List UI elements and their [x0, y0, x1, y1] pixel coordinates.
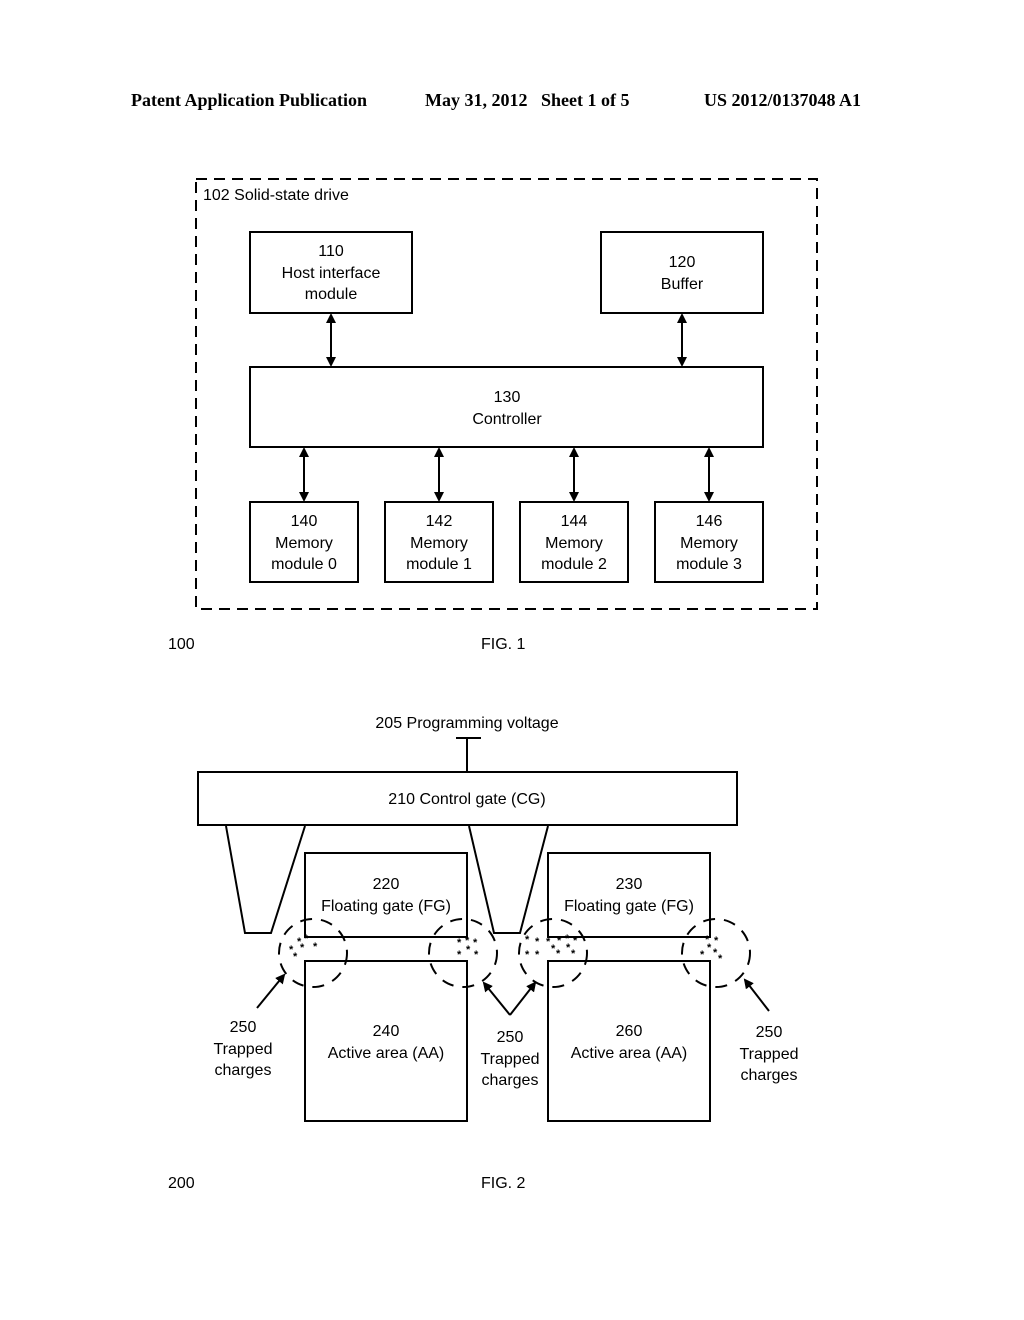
host-interface-line2: module — [305, 286, 358, 303]
controller-label: Controller — [472, 411, 542, 428]
floating-gate-num: 230 — [616, 876, 643, 893]
trapped-charge-pointer-mid-left — [482, 981, 511, 1016]
buffer-label: Buffer — [661, 276, 704, 293]
fig2-ref-number: 200 — [168, 1175, 195, 1192]
fig1-caption: FIG. 1 — [481, 636, 526, 653]
trapped-charges-num: 250 — [756, 1024, 783, 1041]
charge-marker: * — [457, 937, 462, 949]
memory-module-1: 142 Memory module 1 — [384, 501, 494, 583]
memory-module-num: 142 — [426, 513, 453, 530]
fig2-caption: FIG. 2 — [481, 1175, 526, 1192]
charge-marker: * — [293, 951, 298, 963]
active-area-label: Active area (AA) — [571, 1045, 687, 1062]
memory-module-line1: Memory — [410, 535, 468, 552]
host-interface-line1: Host interface — [282, 265, 381, 282]
controller-num: 130 — [494, 389, 521, 406]
memory-module-0: 140 Memory module 0 — [249, 501, 359, 583]
trapped-charge-pointer-left — [256, 973, 286, 1009]
patent-figures: 102 Solid-state drive 110 Host interface… — [168, 178, 818, 1192]
memory-module-num: 146 — [696, 513, 723, 530]
memory-module-line2: module 3 — [676, 556, 742, 573]
trapped-charges-line1: Trapped — [481, 1051, 540, 1068]
memory-module-line2: module 1 — [406, 556, 472, 573]
controller-block: 130 Controller — [249, 366, 764, 448]
memory-module-num: 140 — [291, 513, 318, 530]
charge-marker: * — [525, 934, 530, 946]
active-area-260: 260 Active area (AA) — [547, 960, 711, 1122]
memory-module-line1: Memory — [545, 535, 603, 552]
charge-marker: * — [571, 948, 576, 960]
memory-module-3: 146 Memory module 3 — [654, 501, 764, 583]
ssd-label: 102 Solid-state drive — [203, 187, 349, 204]
active-area-num: 260 — [616, 1023, 643, 1040]
trapped-charges-line1: Trapped — [214, 1041, 273, 1058]
trapped-charges-num: 250 — [497, 1029, 524, 1046]
host-interface-block: 110 Host interface module — [249, 231, 413, 314]
floating-gate-num: 220 — [373, 876, 400, 893]
trapped-charges-line2: charges — [215, 1062, 272, 1079]
charge-marker: * — [707, 942, 712, 954]
trapped-charges-label-right: 250 Trapped charges — [740, 1024, 799, 1084]
buffer-num: 120 — [669, 254, 696, 271]
charge-marker: * — [466, 944, 471, 956]
charge-marker: * — [714, 935, 719, 947]
cg-extension-middle — [468, 825, 549, 934]
charge-marker: * — [535, 949, 540, 961]
memory-module-line1: Memory — [275, 535, 333, 552]
trapped-charge-pointer-mid-right — [509, 981, 537, 1016]
charge-marker: * — [457, 949, 462, 961]
memory-module-line1: Memory — [680, 535, 738, 552]
floating-gate-label: Floating gate (FG) — [321, 898, 451, 915]
memory-module-num: 144 — [561, 513, 588, 530]
control-gate: 210 Control gate (CG) — [197, 771, 738, 826]
trapped-charges-line2: charges — [741, 1067, 798, 1084]
cg-extension-left — [225, 825, 306, 934]
control-gate-label: 210 Control gate (CG) — [388, 791, 545, 808]
charge-marker: * — [304, 933, 309, 945]
fig2-diagram: 205 Programming voltage 210 Control gate… — [168, 715, 799, 1192]
floating-gate-230: 230 Floating gate (FG) — [547, 852, 711, 938]
charge-marker: * — [473, 937, 478, 949]
charge-marker: * — [718, 953, 723, 965]
charge-marker: * — [535, 936, 540, 948]
buffer-block: 120 Buffer — [600, 231, 764, 314]
charge-marker: * — [556, 948, 561, 960]
charge-marker: * — [573, 935, 578, 947]
active-area-label: Active area (AA) — [328, 1045, 444, 1062]
charge-marker: * — [474, 949, 479, 961]
charge-marker: * — [525, 949, 530, 961]
trapped-charge-pointer-right — [743, 978, 770, 1012]
host-interface-num: 110 — [318, 243, 344, 260]
active-area-240: 240 Active area (AA) — [304, 960, 468, 1122]
charge-marker: * — [300, 942, 305, 954]
memory-module-line2: module 2 — [541, 556, 607, 573]
trapped-charges-line2: charges — [482, 1072, 539, 1089]
trapped-charges-line1: Trapped — [740, 1046, 799, 1063]
floating-gate-220: 220 Floating gate (FG) — [304, 852, 468, 938]
trapped-charges-label-middle: 250 Trapped charges — [481, 1029, 540, 1089]
trapped-charges-num: 250 — [230, 1019, 257, 1036]
charge-marker: * — [557, 935, 562, 947]
floating-gate-label: Floating gate (FG) — [564, 898, 694, 915]
fig1-ref-number: 100 — [168, 636, 195, 653]
trapped-charges-label-left: 250 Trapped charges — [214, 1019, 273, 1079]
active-area-num: 240 — [373, 1023, 400, 1040]
memory-module-2: 144 Memory module 2 — [519, 501, 629, 583]
charge-marker: * — [313, 941, 318, 953]
charge-marker: * — [700, 949, 705, 961]
programming-voltage-label: 205 Programming voltage — [375, 715, 558, 732]
memory-module-line2: module 0 — [271, 556, 337, 573]
fig1-diagram: 102 Solid-state drive 110 Host interface… — [168, 178, 818, 653]
